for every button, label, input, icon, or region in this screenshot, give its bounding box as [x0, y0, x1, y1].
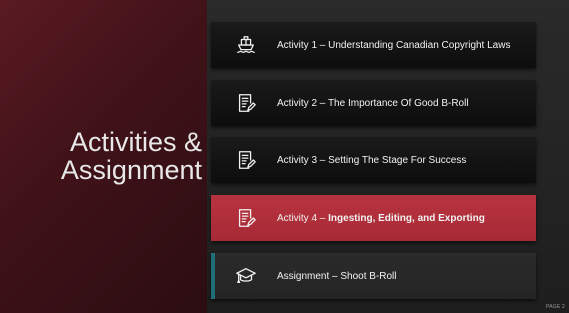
slide: Activities & Assignment Activity 1 – Und… — [0, 0, 569, 313]
document-edit-icon — [235, 149, 257, 171]
ship-icon — [235, 34, 257, 56]
activity-2-label: Activity 2 – The Importance Of Good B-Ro… — [277, 97, 469, 109]
activity-3-label: Activity 3 – Setting The Stage For Succe… — [277, 154, 467, 166]
section-title: Activities & Assignment — [22, 128, 202, 184]
graduation-cap-icon — [235, 265, 257, 287]
section-title-line-1: Activities & — [69, 127, 202, 157]
activity-1-label: Activity 1 – Understanding Canadian Copy… — [277, 39, 511, 51]
activity-3-button[interactable]: Activity 3 – Setting The Stage For Succe… — [211, 137, 536, 183]
activity-4-label-bold: Ingesting, Editing, and Exporting — [328, 212, 485, 224]
section-title-line-2: Assignment — [60, 155, 202, 185]
activity-4-label-prefix: Activity 4 – — [277, 212, 329, 224]
assignment-label: Assignment – Shoot B-Roll — [277, 270, 397, 282]
activity-4-button[interactable]: Activity 4 – Ingesting, Editing, and Exp… — [211, 195, 536, 241]
document-edit-icon — [235, 92, 257, 114]
assignment-button[interactable]: Assignment – Shoot B-Roll — [211, 253, 536, 299]
activity-4-label: Activity 4 – Ingesting, Editing, and Exp… — [277, 213, 485, 224]
document-edit-icon — [235, 207, 257, 229]
page-number: PAGE 2 — [546, 304, 565, 310]
activity-1-button[interactable]: Activity 1 – Understanding Canadian Copy… — [211, 22, 536, 68]
activity-2-button[interactable]: Activity 2 – The Importance Of Good B-Ro… — [211, 80, 536, 126]
